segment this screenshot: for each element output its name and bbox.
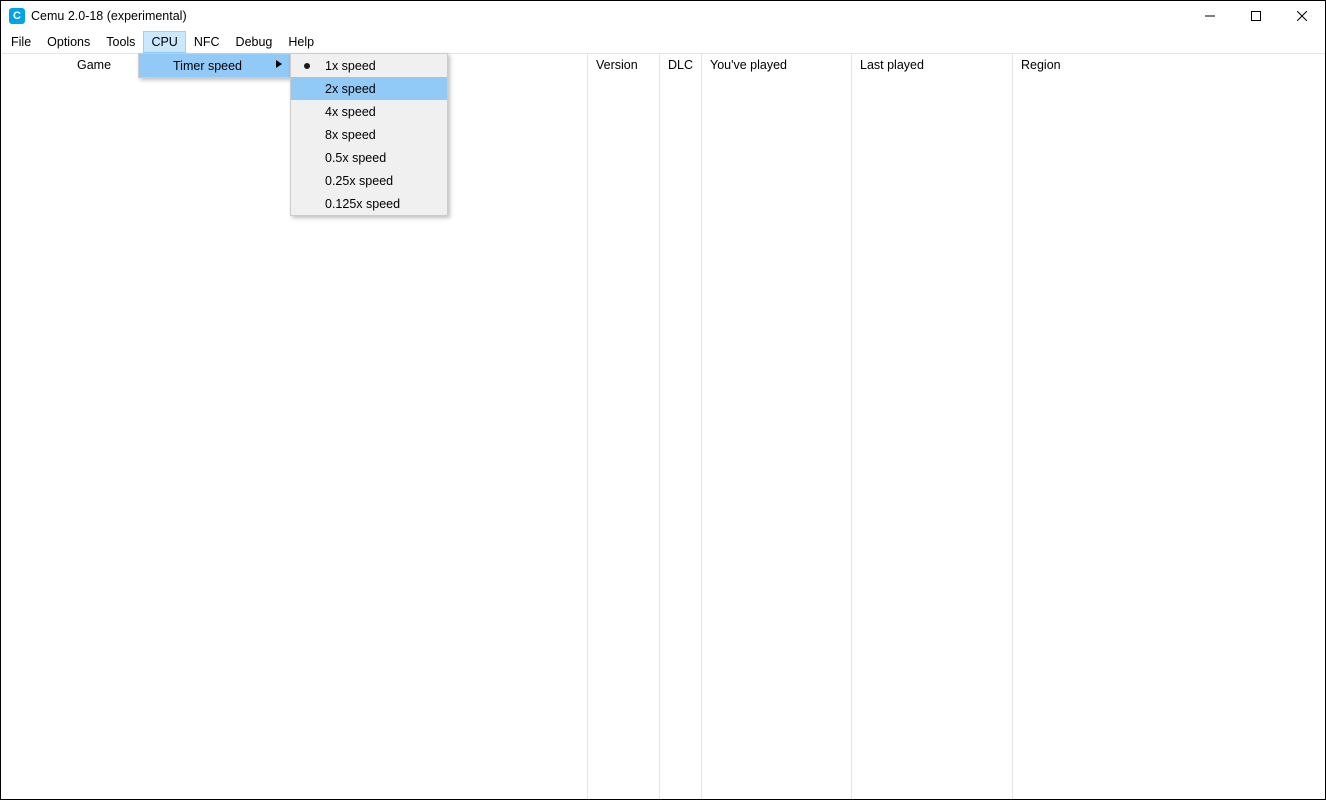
timer-speed-2x-label: 2x speed [325, 82, 376, 96]
timer-speed-submenu: 1x speed 2x speed 4x speed 8x speed 0.5x… [290, 53, 448, 216]
content-area: Game Version DLC You've played Last play… [1, 53, 1325, 799]
game-list-header: Game Version DLC You've played Last play… [1, 53, 1325, 799]
timer-speed-1x-label: 1x speed [325, 59, 376, 73]
timer-speed-0-5x-label: 0.5x speed [325, 151, 386, 165]
timer-speed-0-5x[interactable]: 0.5x speed [291, 146, 447, 169]
maximize-button[interactable] [1233, 1, 1279, 31]
menu-help[interactable]: Help [280, 31, 322, 53]
menu-debug[interactable]: Debug [228, 31, 281, 53]
title-bar: C Cemu 2.0-18 (experimental) [1, 1, 1325, 31]
timer-speed-0-125x[interactable]: 0.125x speed [291, 192, 447, 215]
column-version[interactable]: Version [588, 54, 659, 76]
timer-speed-0-125x-label: 0.125x speed [325, 197, 400, 211]
timer-speed-1x[interactable]: 1x speed [291, 54, 447, 77]
window-title: Cemu 2.0-18 (experimental) [31, 9, 187, 23]
menu-options[interactable]: Options [39, 31, 98, 53]
column-dlc[interactable]: DLC [660, 54, 701, 76]
menu-timer-speed-label: Timer speed [173, 59, 242, 73]
menu-nfc[interactable]: NFC [186, 31, 228, 53]
timer-speed-0-25x-label: 0.25x speed [325, 174, 393, 188]
menu-timer-speed[interactable]: Timer speed [139, 54, 290, 77]
app-icon: C [9, 8, 25, 24]
timer-speed-2x[interactable]: 2x speed [291, 77, 447, 100]
timer-speed-4x-label: 4x speed [325, 105, 376, 119]
menu-file[interactable]: File [3, 31, 39, 53]
minimize-button[interactable] [1187, 1, 1233, 31]
timer-speed-4x[interactable]: 4x speed [291, 100, 447, 123]
timer-speed-8x[interactable]: 8x speed [291, 123, 447, 146]
menu-tools[interactable]: Tools [98, 31, 143, 53]
column-last-played[interactable]: Last played [852, 54, 1012, 76]
column-youve-played[interactable]: You've played [702, 54, 851, 76]
menu-cpu[interactable]: CPU [143, 31, 185, 53]
menu-bar: File Options Tools CPU NFC Debug Help [1, 31, 1325, 53]
cpu-dropdown: Timer speed [138, 53, 291, 78]
window-controls [1187, 1, 1325, 31]
timer-speed-8x-label: 8x speed [325, 128, 376, 142]
close-button[interactable] [1279, 1, 1325, 31]
timer-speed-0-25x[interactable]: 0.25x speed [291, 169, 447, 192]
radio-selected-icon [304, 63, 310, 69]
chevron-right-icon [276, 60, 282, 71]
column-region[interactable]: Region [1013, 54, 1325, 76]
